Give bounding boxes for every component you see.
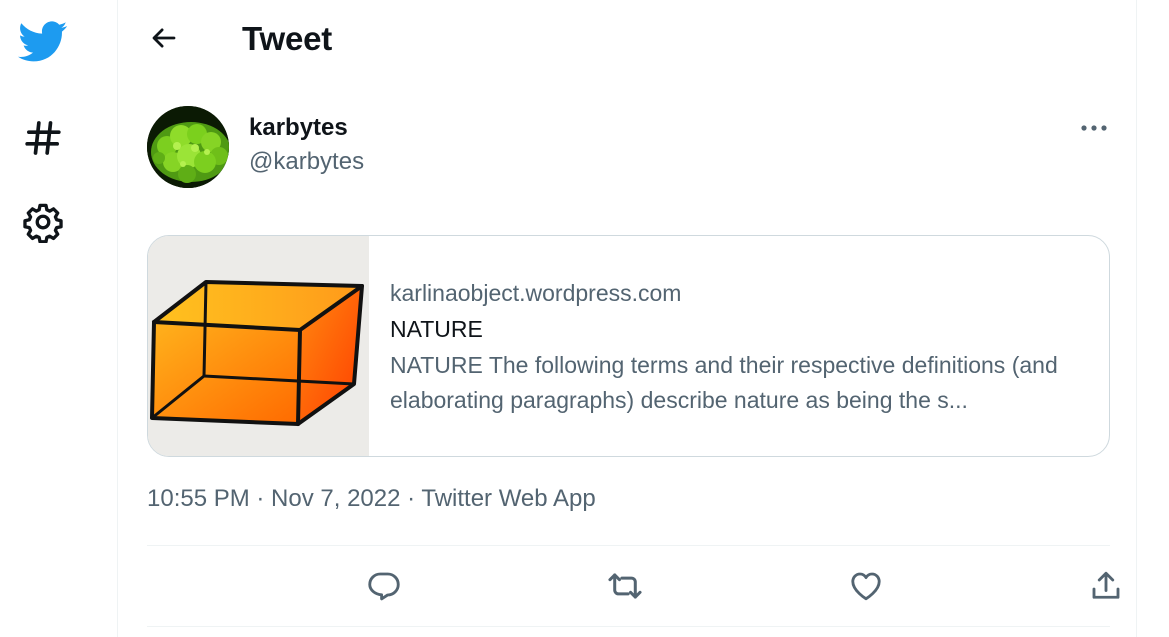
link-text: karlinaobject.wordpress.com NATURE NATUR… — [390, 276, 1090, 418]
main-column: Tweet karbytes @karbytes karlinaobject.w… — [117, 0, 1137, 637]
back-button[interactable] — [144, 18, 184, 58]
settings-link[interactable] — [15, 194, 71, 250]
author-name[interactable]: karbytes — [249, 114, 348, 142]
hashtag-icon — [25, 121, 61, 155]
link-thumbnail — [148, 236, 369, 456]
retweet-icon — [608, 573, 642, 599]
twitter-logo-icon — [18, 21, 68, 62]
tweet-timestamp[interactable]: 10:55 PM · Nov 7, 2022 · Twitter Web App — [147, 485, 596, 513]
tweet-actions — [147, 546, 1120, 626]
author-handle[interactable]: @karbytes — [249, 148, 364, 176]
avatar-image — [147, 106, 229, 188]
explore-link[interactable] — [15, 110, 71, 166]
app: Tweet karbytes @karbytes karlinaobject.w… — [0, 0, 1169, 637]
reply-icon — [368, 572, 400, 601]
like-icon — [851, 572, 881, 601]
avatar[interactable] — [147, 106, 229, 188]
share-icon — [1092, 571, 1120, 599]
page-title: Tweet — [242, 20, 333, 57]
retweet-button[interactable] — [603, 564, 647, 608]
like-button[interactable] — [844, 564, 888, 608]
arrow-left-icon — [152, 28, 176, 48]
divider — [147, 626, 1110, 627]
link-preview-card[interactable]: karlinaobject.wordpress.com NATURE NATUR… — [147, 235, 1110, 457]
link-title: NATURE — [390, 316, 483, 342]
more-options-button[interactable] — [1074, 112, 1114, 144]
left-nav — [0, 0, 118, 637]
reply-button[interactable] — [362, 564, 406, 608]
ellipsis-icon — [1081, 125, 1107, 131]
page-header: Tweet — [118, 0, 1136, 80]
share-button[interactable] — [1084, 564, 1128, 608]
link-description: NATURE The following terms and their res… — [390, 352, 1058, 413]
link-domain: karlinaobject.wordpress.com — [390, 280, 682, 306]
twitter-home-link[interactable] — [15, 14, 71, 70]
gear-icon — [23, 203, 63, 243]
